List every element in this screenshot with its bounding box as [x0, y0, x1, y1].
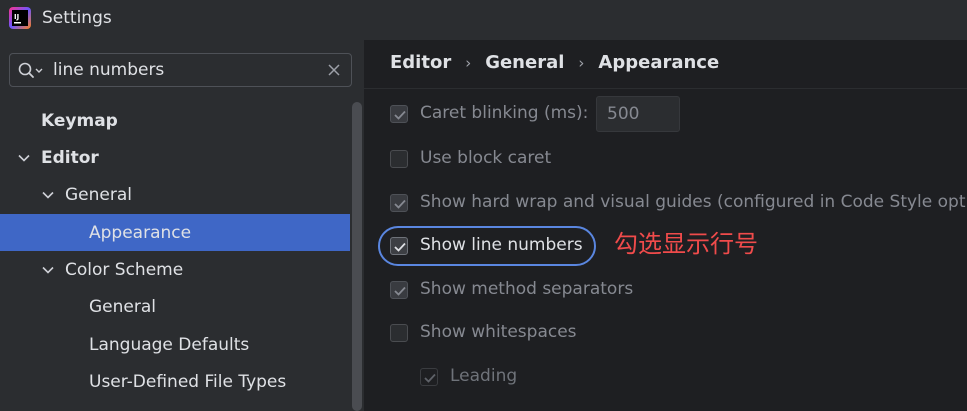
- intellij-logo-icon: IJ: [9, 7, 31, 29]
- divider: [364, 88, 967, 89]
- tree-item-label: Keymap: [41, 111, 118, 131]
- line-numbers-label: Show line numbers: [420, 235, 583, 255]
- caret-blinking-label: Caret blinking (ms):: [420, 103, 589, 123]
- clear-search-icon[interactable]: [327, 63, 341, 77]
- hard-wrap-label: Show hard wrap and visual guides (config…: [420, 192, 967, 212]
- svg-text:IJ: IJ: [14, 13, 19, 21]
- breadcrumb-general[interactable]: General: [485, 52, 564, 73]
- title-bar: IJ Settings: [0, 0, 967, 40]
- tree-item-user-defined-file-types[interactable]: User-Defined File Types: [0, 363, 350, 400]
- tree-item-general[interactable]: General: [0, 176, 350, 213]
- window-title: Settings: [42, 8, 112, 28]
- chevron-right-icon: ›: [465, 54, 472, 72]
- chevron-right-icon: ›: [578, 54, 585, 72]
- check-icon: [394, 110, 406, 120]
- tree-item-label: General: [65, 185, 132, 205]
- search-icon[interactable]: [18, 62, 44, 80]
- settings-search-box[interactable]: [9, 53, 352, 87]
- hard-wrap-checkbox[interactable]: [390, 194, 408, 212]
- tree-item-label: Editor: [41, 148, 99, 168]
- breadcrumb-appearance: Appearance: [598, 52, 720, 73]
- breadcrumb-editor[interactable]: Editor: [390, 52, 451, 73]
- tree-item-label: General: [89, 297, 156, 317]
- annotation-text: 勾选显示行号: [614, 230, 758, 258]
- line-numbers-checkbox[interactable]: [390, 237, 408, 255]
- caret-blinking-checkbox[interactable]: [390, 105, 408, 123]
- settings-content-panel: Editor › General › Appearance Caret blinking…: [364, 40, 967, 411]
- tree-item-color-scheme-general[interactable]: General: [0, 288, 350, 325]
- check-icon: [424, 373, 436, 383]
- settings-window: IJ Settings Keymap Editor: [0, 0, 967, 411]
- settings-tree: Keymap Editor General Appearance Color S…: [0, 100, 350, 411]
- whitespaces-label: Show whitespaces: [420, 322, 577, 342]
- tree-item-label: Appearance: [89, 223, 192, 243]
- caret-blinking-ms-input[interactable]: [596, 96, 680, 132]
- tree-item-color-scheme[interactable]: Color Scheme: [0, 251, 350, 288]
- whitespaces-checkbox[interactable]: [390, 324, 408, 342]
- search-input[interactable]: [53, 58, 313, 82]
- check-icon: [394, 242, 406, 252]
- chevron-down-icon[interactable]: [41, 188, 55, 202]
- tree-item-editor[interactable]: Editor: [0, 139, 350, 176]
- tree-item-label: Color Scheme: [65, 260, 184, 280]
- check-icon: [394, 286, 406, 296]
- breadcrumb: Editor › General › Appearance: [390, 52, 719, 73]
- leading-label: Leading: [450, 366, 518, 386]
- tree-item-label: User-Defined File Types: [89, 372, 287, 392]
- method-separators-label: Show method separators: [420, 279, 634, 299]
- tree-item-appearance[interactable]: Appearance: [0, 214, 350, 251]
- block-caret-checkbox[interactable]: [390, 150, 408, 168]
- tree-item-keymap[interactable]: Keymap: [0, 102, 350, 139]
- chevron-down-icon[interactable]: [41, 263, 55, 277]
- block-caret-label: Use block caret: [420, 148, 552, 168]
- tree-item-language-defaults[interactable]: Language Defaults: [0, 326, 350, 363]
- method-separators-checkbox[interactable]: [390, 281, 408, 299]
- leading-checkbox[interactable]: [420, 368, 438, 386]
- check-icon: [394, 199, 406, 209]
- tree-scrollbar-thumb[interactable]: [352, 102, 362, 411]
- chevron-down-icon[interactable]: [17, 151, 31, 165]
- tree-item-label: Language Defaults: [89, 335, 250, 355]
